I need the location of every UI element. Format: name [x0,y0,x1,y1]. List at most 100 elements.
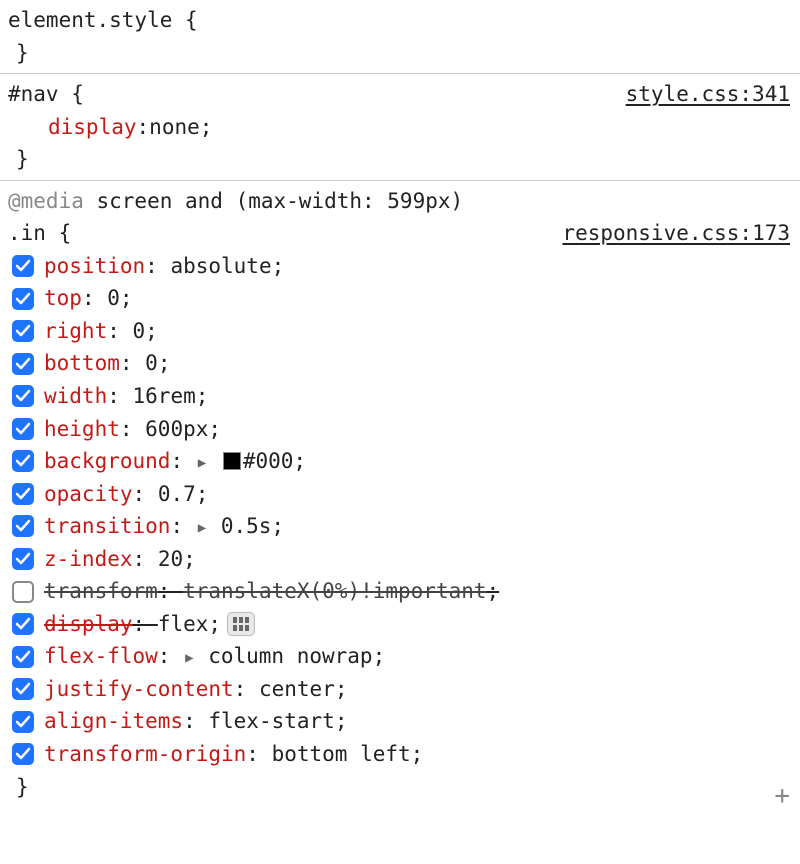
prop-name[interactable]: opacity [44,482,133,506]
prop-top[interactable]: top: 0; [8,282,792,315]
rule-nav: style.css:341 #nav { display: none; } [0,74,800,181]
toggle-checkbox[interactable] [12,255,34,277]
source-link-responsive[interactable]: responsive.css:173 [562,217,790,250]
prop-value[interactable]: none [149,111,200,144]
prop-value[interactable]: 0 [145,351,158,375]
toggle-checkbox[interactable] [12,678,34,700]
toggle-checkbox[interactable] [12,418,34,440]
prop-value[interactable]: flex-start [208,709,334,733]
prop-content[interactable]: right: 0; [44,315,158,348]
toggle-checkbox[interactable] [12,385,34,407]
prop-content[interactable]: transform-origin: bottom left; [44,738,423,771]
source-link-style[interactable]: style.css:341 [626,78,790,111]
prop-right[interactable]: right: 0; [8,315,792,348]
prop-transform[interactable]: transform: translateX(0%)!important; [8,575,792,608]
prop-name[interactable]: bottom [44,351,120,375]
prop-content[interactable]: transition: ▶ 0.5s; [44,510,284,543]
prop-name[interactable]: background [44,449,170,473]
prop-name[interactable]: z-index [44,547,133,571]
prop-value[interactable]: column nowrap [208,644,372,668]
prop-content[interactable]: background: ▶ #000; [44,445,306,478]
prop-content[interactable]: opacity: 0.7; [44,478,208,511]
rule-element-style: element.style { } [0,0,800,74]
prop-value[interactable]: 16rem [133,384,196,408]
prop-name[interactable]: transform-origin [44,742,246,766]
prop-name[interactable]: right [44,319,107,343]
prop-value[interactable]: 0.5s [221,514,272,538]
prop-name[interactable]: width [44,384,107,408]
prop-content[interactable]: justify-content: center; [44,673,347,706]
selector[interactable]: element.style { [8,8,198,32]
toggle-checkbox[interactable] [12,581,34,603]
prop-value[interactable]: flex [158,612,209,636]
prop-position[interactable]: position: absolute; [8,250,792,283]
toggle-checkbox[interactable] [12,515,34,537]
prop-name[interactable]: top [44,286,82,310]
prop-value[interactable]: #000 [243,449,294,473]
prop-value[interactable]: translateX(0%)!important [183,579,486,603]
toggle-checkbox[interactable] [12,646,34,668]
prop-content[interactable]: bottom: 0; [44,347,170,380]
prop-value[interactable]: 0 [133,319,146,343]
prop-name[interactable]: position [44,254,145,278]
prop-content[interactable]: z-index: 20; [44,543,196,576]
prop-justify-content[interactable]: justify-content: center; [8,673,792,706]
prop-content[interactable]: width: 16rem; [44,380,208,413]
prop-content[interactable]: top: 0; [44,282,133,315]
toggle-checkbox[interactable] [12,320,34,342]
toggle-checkbox[interactable] [12,613,34,635]
prop-value[interactable]: 0 [107,286,120,310]
flex-badge-icon[interactable] [227,612,255,636]
prop-content[interactable]: position: absolute; [44,250,284,283]
expand-icon[interactable]: ▶ [198,518,206,540]
selector[interactable]: .in [8,221,46,245]
toggle-checkbox[interactable] [12,743,34,765]
rule-in-media: @media screen and (max-width: 599px) res… [0,181,800,813]
prop-display[interactable]: display: none; [8,111,792,144]
expand-icon[interactable]: ▶ [198,453,206,475]
prop-display[interactable]: display: flex; [8,608,792,641]
expand-icon[interactable]: ▶ [185,648,193,670]
prop-value[interactable]: center [259,677,335,701]
prop-flex-flow[interactable]: flex-flow: ▶ column nowrap; [8,640,792,673]
toggle-checkbox[interactable] [12,353,34,375]
prop-name[interactable]: flex-flow [44,644,158,668]
prop-transform-origin[interactable]: transform-origin: bottom left; [8,738,792,771]
prop-width[interactable]: width: 16rem; [8,380,792,413]
close-brace: } [8,143,792,176]
prop-height[interactable]: height: 600px; [8,413,792,446]
prop-name[interactable]: align-items [44,709,183,733]
prop-transition[interactable]: transition: ▶ 0.5s; [8,510,792,543]
prop-z-index[interactable]: z-index: 20; [8,543,792,576]
prop-align-items[interactable]: align-items: flex-start; [8,705,792,738]
toggle-checkbox[interactable] [12,450,34,472]
prop-value[interactable]: bottom left [272,742,411,766]
prop-name[interactable]: transform [44,579,158,603]
prop-name[interactable]: transition [44,514,170,538]
selector[interactable]: #nav [8,82,59,106]
prop-content[interactable]: align-items: flex-start; [44,705,347,738]
prop-value[interactable]: 600px [145,417,208,441]
prop-opacity[interactable]: opacity: 0.7; [8,478,792,511]
prop-name[interactable]: display [44,612,133,636]
toggle-checkbox[interactable] [12,548,34,570]
add-property-button[interactable]: + [774,783,790,809]
close-brace: } [8,37,792,70]
prop-name[interactable]: display [48,111,137,144]
toggle-checkbox[interactable] [12,288,34,310]
prop-bottom[interactable]: bottom: 0; [8,347,792,380]
prop-value[interactable]: absolute [170,254,271,278]
color-swatch[interactable] [223,452,241,470]
prop-value[interactable]: 0.7 [158,482,196,506]
prop-name[interactable]: height [44,417,120,441]
prop-name[interactable]: justify-content [44,677,234,701]
prop-content[interactable]: display: flex; [44,608,221,641]
prop-content[interactable]: height: 600px; [44,413,221,446]
prop-content[interactable]: flex-flow: ▶ column nowrap; [44,640,385,673]
prop-background[interactable]: background: ▶ #000; [8,445,792,478]
prop-content[interactable]: transform: translateX(0%)!important; [44,575,499,608]
toggle-checkbox[interactable] [12,483,34,505]
close-brace: } [8,771,792,804]
toggle-checkbox[interactable] [12,711,34,733]
prop-value[interactable]: 20 [158,547,183,571]
